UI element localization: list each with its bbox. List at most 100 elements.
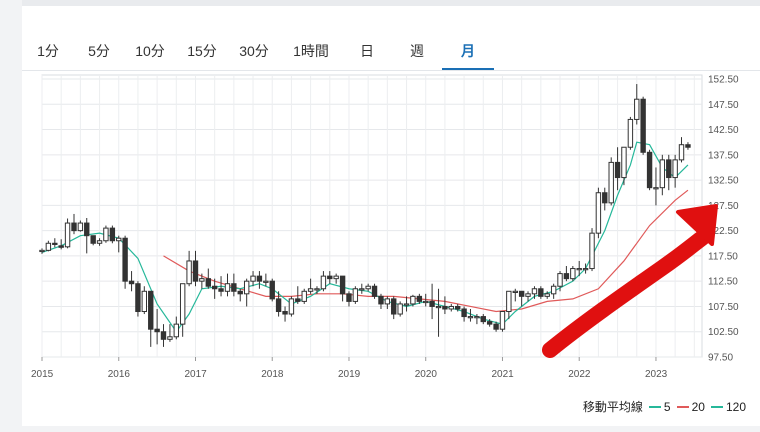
y-tick-label: 132.50 bbox=[708, 176, 739, 187]
x-tick-label: 2016 bbox=[108, 369, 131, 380]
legend-swatch-ma20 bbox=[676, 406, 689, 409]
y-tick-label: 112.50 bbox=[708, 277, 738, 288]
x-tick-label: 2019 bbox=[338, 369, 361, 380]
candle-body bbox=[442, 305, 448, 310]
candle-body bbox=[531, 288, 538, 295]
x-tick-label: 2022 bbox=[568, 369, 591, 380]
candle-body bbox=[205, 278, 212, 287]
candle-body bbox=[135, 283, 141, 313]
candle-body bbox=[128, 280, 135, 285]
x-tick-label: 2023 bbox=[645, 369, 668, 380]
candle-body bbox=[141, 290, 147, 313]
candle-body bbox=[659, 159, 666, 189]
candle-body bbox=[301, 290, 307, 302]
candle-body bbox=[346, 293, 352, 302]
candle-body bbox=[109, 227, 116, 242]
candle-body bbox=[403, 303, 410, 306]
candle-body bbox=[224, 283, 231, 292]
candle-body bbox=[378, 295, 384, 305]
legend: 移動平均線 5 20 120 bbox=[583, 398, 746, 415]
y-tick-label: 152.50 bbox=[708, 75, 739, 86]
y-tick-label: 107.50 bbox=[708, 302, 739, 313]
candle-body bbox=[186, 260, 192, 285]
candle-body bbox=[160, 331, 167, 340]
candle-body bbox=[148, 290, 154, 330]
candle-body bbox=[640, 98, 646, 153]
legend-swatch-ma120 bbox=[710, 406, 723, 409]
candle-body bbox=[678, 144, 685, 161]
legend-item-ma5: 5 bbox=[648, 400, 671, 414]
candle-body bbox=[365, 285, 371, 290]
candle-body bbox=[499, 311, 506, 330]
candle-body bbox=[672, 159, 678, 179]
legend-label-ma20: 20 bbox=[691, 399, 705, 414]
candle-body bbox=[39, 249, 45, 253]
candle-body bbox=[685, 144, 691, 148]
candle-body bbox=[410, 295, 416, 305]
candle-body bbox=[595, 192, 602, 234]
candle-body bbox=[397, 303, 403, 315]
candle-body bbox=[71, 222, 77, 232]
candle-body bbox=[512, 290, 518, 293]
candle-body bbox=[435, 305, 442, 309]
candle-body bbox=[621, 146, 627, 179]
candle-body bbox=[563, 273, 570, 280]
legend-title: 移動平均線 bbox=[582, 400, 643, 414]
candle-body bbox=[646, 151, 653, 189]
legend-swatch-ma5 bbox=[648, 406, 661, 409]
candle-body bbox=[589, 232, 595, 270]
chart-panel: 1分 5分 10分 15分 30分 1時間日週月 152.50 147.50 142.50 13… bbox=[22, 0, 760, 426]
candle-body bbox=[64, 222, 71, 248]
candle-body bbox=[538, 288, 544, 297]
candle-body bbox=[371, 285, 378, 297]
x-tick-label: 2017 bbox=[184, 369, 207, 380]
x-tick-label: 2015 bbox=[31, 369, 54, 380]
candle-body bbox=[173, 323, 180, 338]
candle-body bbox=[179, 283, 186, 325]
legend-item-ma120: 120 bbox=[710, 400, 746, 414]
candle-body bbox=[576, 268, 582, 271]
candle-body bbox=[474, 316, 480, 319]
candle-body bbox=[256, 275, 263, 282]
candle-body bbox=[243, 280, 250, 295]
candlestick-chart: 152.50147.50142.50137.50132.50127.50122.… bbox=[31, 74, 739, 380]
candle-body bbox=[429, 300, 435, 307]
candle-body bbox=[557, 273, 563, 287]
y-tick-label: 102.50 bbox=[708, 327, 739, 338]
candle-body bbox=[614, 161, 621, 179]
candle-body bbox=[327, 275, 333, 280]
y-tick-label: 147.50 bbox=[708, 100, 739, 111]
red-arrow-shaft bbox=[542, 230, 710, 358]
candle-body bbox=[237, 290, 243, 295]
candle-body bbox=[416, 295, 423, 302]
candle-body bbox=[602, 192, 608, 204]
y-tick-label: 142.50 bbox=[708, 125, 739, 136]
candle-body bbox=[359, 288, 365, 291]
candle-body bbox=[199, 278, 205, 282]
candle-body bbox=[192, 260, 199, 282]
candle-body bbox=[250, 275, 256, 282]
candle-body bbox=[295, 298, 301, 302]
candle-body bbox=[352, 288, 359, 302]
candle-body bbox=[461, 308, 467, 318]
x-tick-label: 2018 bbox=[261, 369, 284, 380]
candle-body bbox=[666, 159, 672, 179]
candle-body bbox=[269, 280, 275, 300]
candle-body bbox=[84, 222, 90, 237]
y-tick-label: 117.50 bbox=[708, 251, 738, 262]
candle-body bbox=[448, 305, 454, 310]
candle-body bbox=[231, 283, 237, 292]
candle-body bbox=[634, 98, 640, 120]
candle-body bbox=[455, 305, 461, 310]
x-tick-label: 2020 bbox=[415, 369, 438, 380]
candle-body bbox=[282, 311, 288, 315]
candle-body bbox=[333, 275, 339, 280]
candle-body bbox=[423, 300, 429, 304]
y-tick-label: 137.50 bbox=[708, 150, 739, 161]
candle-body bbox=[493, 323, 499, 330]
candle-body bbox=[167, 336, 173, 340]
candle-body bbox=[653, 187, 659, 190]
candle-body bbox=[122, 237, 128, 282]
candle-body bbox=[384, 298, 391, 305]
candle-body bbox=[391, 298, 397, 315]
